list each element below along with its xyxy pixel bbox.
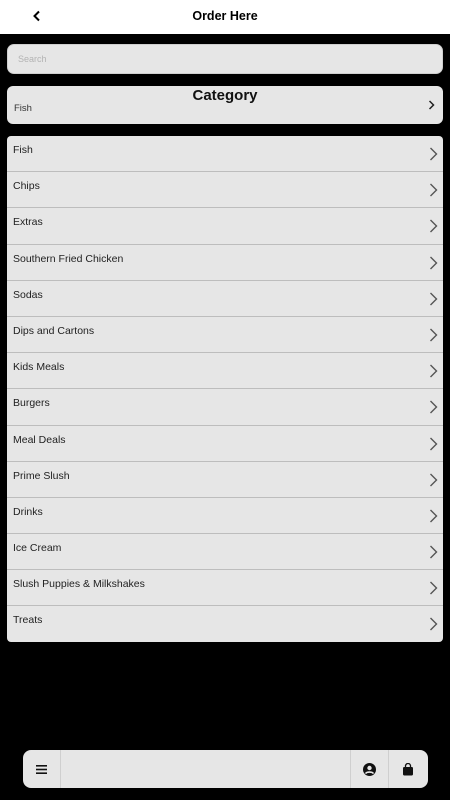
chevron-right-icon bbox=[430, 400, 438, 414]
chevron-right-icon bbox=[430, 147, 438, 161]
chevron-right-icon bbox=[430, 292, 438, 306]
chevron-right-icon bbox=[430, 328, 438, 342]
basket-button[interactable] bbox=[388, 750, 427, 788]
category-heading: Category bbox=[192, 87, 258, 104]
list-item-label: Slush Puppies & Milkshakes bbox=[13, 578, 145, 591]
list-item[interactable]: Prime Slush bbox=[7, 462, 443, 498]
chevron-right-icon bbox=[428, 100, 435, 110]
account-button[interactable] bbox=[350, 750, 388, 788]
list-item-label: Extras bbox=[13, 216, 43, 229]
chevron-right-icon bbox=[430, 581, 438, 595]
chevron-right-icon bbox=[430, 473, 438, 487]
list-item-label: Drinks bbox=[13, 505, 43, 518]
chevron-right-icon bbox=[430, 256, 438, 270]
list-item-label: Meal Deals bbox=[13, 433, 66, 446]
chevron-right-icon bbox=[430, 545, 438, 559]
list-item[interactable]: Ice Cream bbox=[7, 534, 443, 571]
list-item-label: Dips and Cartons bbox=[13, 324, 95, 337]
list-item[interactable]: Sodas bbox=[7, 281, 443, 317]
list-item[interactable]: Extras bbox=[7, 208, 443, 245]
page-title: Order Here bbox=[192, 9, 258, 23]
menu-button[interactable] bbox=[23, 750, 61, 788]
chevron-right-icon bbox=[430, 509, 438, 523]
list-item[interactable]: Treats bbox=[7, 606, 443, 642]
category-selector[interactable]: Category Fish bbox=[7, 86, 443, 124]
list-item[interactable]: Chips bbox=[7, 172, 443, 209]
user-circle-icon bbox=[363, 762, 376, 776]
bottom-nav-bar bbox=[23, 750, 428, 788]
list-item-label: Prime Slush bbox=[13, 469, 70, 482]
search-input[interactable] bbox=[8, 45, 442, 73]
list-item[interactable]: Drinks bbox=[7, 498, 443, 535]
list-item-label: Sodas bbox=[13, 288, 43, 301]
list-item-label: Treats bbox=[13, 614, 43, 627]
shopping-bag-icon bbox=[403, 762, 413, 775]
list-item-label: Southern Fried Chicken bbox=[13, 252, 124, 265]
list-item-label: Ice Cream bbox=[13, 542, 62, 555]
category-list: Fish Chips Extras Southern Fried Chicken… bbox=[7, 136, 443, 642]
list-item[interactable]: Burgers bbox=[7, 389, 443, 426]
search-box[interactable] bbox=[7, 44, 443, 74]
list-item[interactable]: Meal Deals bbox=[7, 426, 443, 462]
chevron-right-icon bbox=[430, 437, 438, 450]
list-item[interactable]: Southern Fried Chicken bbox=[7, 245, 443, 281]
hamburger-menu-icon bbox=[36, 764, 47, 774]
list-item-label: Burgers bbox=[13, 397, 50, 410]
list-item[interactable]: Kids Meals bbox=[7, 353, 443, 390]
list-item[interactable]: Fish bbox=[7, 136, 443, 173]
list-item[interactable]: Dips and Cartons bbox=[7, 317, 443, 354]
selected-category: Fish bbox=[14, 103, 32, 114]
list-item-label: Kids Meals bbox=[13, 361, 65, 374]
list-item-label: Chips bbox=[13, 180, 40, 193]
list-item[interactable]: Slush Puppies & Milkshakes bbox=[7, 570, 443, 607]
chevron-right-icon bbox=[430, 364, 438, 378]
list-item-label: Fish bbox=[13, 144, 33, 156]
chevron-right-icon bbox=[430, 617, 438, 631]
top-app-bar: Order Here bbox=[0, 0, 450, 34]
chevron-right-icon bbox=[430, 219, 438, 233]
chevron-right-icon bbox=[430, 183, 438, 197]
